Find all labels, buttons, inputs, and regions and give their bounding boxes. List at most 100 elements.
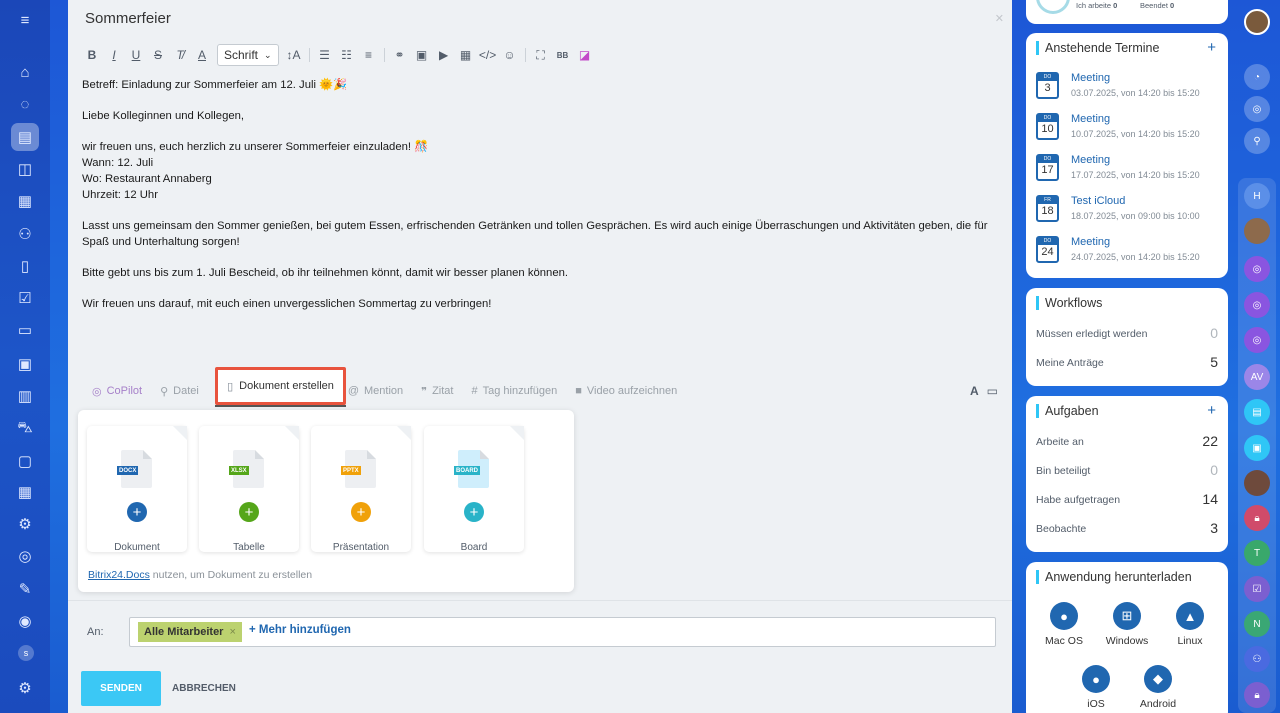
event-item[interactable]: DO 3 Meeting 03.07.2025, von 14:20 bis 15…: [1036, 72, 1221, 104]
analytics-icon[interactable]: ▥: [13, 384, 37, 408]
create-xlsx-card[interactable]: XLSX + Tabelle: [199, 426, 299, 553]
tab-datei[interactable]: ⚲ Datei: [151, 385, 208, 398]
copilot-chat-icon[interactable]: ◎: [1244, 292, 1270, 318]
numbered-list-icon[interactable]: ☰: [314, 44, 336, 66]
feed-icon[interactable]: ◌: [13, 92, 37, 116]
underline-button[interactable]: U: [125, 44, 147, 66]
add-task-icon[interactable]: +: [1207, 402, 1216, 419]
video-icon[interactable]: ▶: [433, 44, 455, 66]
task-row[interactable]: Beobachte 3: [1036, 520, 1218, 536]
chat-avatar-photo[interactable]: [1244, 218, 1270, 244]
clear-format-button[interactable]: T̸: [169, 44, 191, 66]
app-linux[interactable]: ▲ Linux: [1160, 602, 1220, 647]
app-macos[interactable]: ● Mac OS: [1034, 602, 1094, 647]
table-icon[interactable]: ▦: [455, 44, 477, 66]
panel-toggle-icon[interactable]: ▭: [987, 384, 998, 398]
event-item[interactable]: DO 17 Meeting 17.07.2025, von 14:20 bis 1…: [1036, 154, 1221, 186]
tasks-chat-icon[interactable]: ☑: [1244, 576, 1270, 602]
post-title[interactable]: Sommerfeier: [85, 10, 171, 27]
tab-video[interactable]: ■ Video aufzeichnen: [566, 385, 686, 397]
sites-icon[interactable]: ▣: [13, 352, 37, 376]
create-docx-card[interactable]: DOCX + Dokument: [87, 426, 187, 553]
bell-icon[interactable]: ◔: [1244, 64, 1270, 90]
italic-button[interactable]: I: [103, 44, 125, 66]
workflows-title[interactable]: Workflows: [1036, 296, 1102, 310]
support-chat-icon[interactable]: ▣: [1244, 435, 1270, 461]
code-icon[interactable]: </>: [477, 44, 499, 66]
termine-title[interactable]: Anstehende Termine: [1036, 41, 1159, 55]
text-color-button[interactable]: A: [191, 44, 213, 66]
shop-icon[interactable]: ⛍: [13, 416, 37, 440]
tab-zitat[interactable]: ❞ Zitat: [412, 385, 462, 398]
marketing-icon[interactable]: ◎: [13, 544, 37, 568]
event-item[interactable]: DO 10 Meeting 10.07.2025, von 14:20 bis 1…: [1036, 113, 1221, 145]
menu-icon[interactable]: ≡: [13, 8, 37, 32]
text-format-icon[interactable]: A: [970, 384, 979, 398]
lock-chat-icon[interactable]: 🔒︎: [1244, 505, 1270, 531]
refresh-icon[interactable]: ◎: [1244, 96, 1270, 122]
checklist-icon[interactable]: ☑: [13, 286, 37, 310]
signing-icon[interactable]: ✎: [13, 577, 37, 601]
remove-chip-icon[interactable]: ×: [229, 626, 235, 638]
chat-avatar-av[interactable]: AV: [1244, 364, 1270, 390]
documents-icon[interactable]: ▯: [13, 254, 37, 278]
font-size-button[interactable]: ↕A: [283, 44, 305, 66]
user-badge[interactable]: s: [18, 645, 34, 661]
app-android[interactable]: ◆ Android: [1128, 665, 1188, 710]
aufgaben-title[interactable]: Aufgaben: [1036, 404, 1099, 418]
emoji-icon[interactable]: ☺: [499, 44, 521, 66]
recipients-field[interactable]: Alle Mitarbeiter × + Mehr hinzufügen: [129, 617, 996, 647]
workflow-row[interactable]: Müssen erledigt werden 0: [1036, 325, 1218, 341]
event-item[interactable]: DO 24 Meeting 24.07.2025, von 14:20 bis 1…: [1036, 236, 1221, 268]
home-icon[interactable]: ⌂: [13, 60, 37, 84]
bold-button[interactable]: B: [81, 44, 103, 66]
bbcode-icon[interactable]: BB: [552, 44, 574, 66]
inventory-icon[interactable]: ▢: [13, 449, 37, 473]
calendar-icon[interactable]: ▦: [13, 189, 37, 213]
settings-icon[interactable]: ⚙: [13, 676, 37, 700]
create-pptx-card[interactable]: PPTX + Präsentation: [311, 426, 411, 553]
add-more-link[interactable]: + Mehr hinzufügen: [249, 624, 351, 636]
chat-avatar-photo[interactable]: [1244, 470, 1270, 496]
channel-chat-icon[interactable]: ▤: [1244, 399, 1270, 425]
app-ios[interactable]: ● iOS: [1066, 665, 1126, 710]
booking-icon[interactable]: ▦: [13, 480, 37, 504]
support-icon[interactable]: ◉: [13, 609, 37, 633]
tab-dokument-erstellen[interactable]: ▯ Dokument erstellen: [215, 367, 346, 407]
cancel-button[interactable]: ABBRECHEN: [172, 683, 236, 694]
group-chat-icon[interactable]: ⚇: [1244, 646, 1270, 672]
message-body[interactable]: Betreff: Einladung zur Sommerfeier am 12…: [82, 77, 1007, 327]
image-icon[interactable]: ▣: [411, 44, 433, 66]
tasks-icon[interactable]: ▤: [11, 123, 39, 151]
font-select[interactable]: Schrift ⌄: [217, 44, 279, 66]
bullet-list-icon[interactable]: ☷: [336, 44, 358, 66]
task-row[interactable]: Bin beteiligt 0: [1036, 462, 1218, 478]
recipient-chip[interactable]: Alle Mitarbeiter ×: [138, 622, 242, 642]
tab-tag[interactable]: # Tag hinzufügen: [462, 385, 566, 397]
strikethrough-button[interactable]: S: [147, 44, 169, 66]
chat-avatar-t[interactable]: T: [1244, 540, 1270, 566]
search-icon[interactable]: ⚲: [1244, 128, 1270, 154]
event-item[interactable]: FR 18 Test iCloud 18.07.2025, von 09:00 b…: [1036, 195, 1221, 227]
crm-icon[interactable]: ▭: [13, 318, 37, 342]
fullscreen-icon[interactable]: ⛶: [530, 44, 552, 66]
tab-mention[interactable]: @ Mention: [339, 385, 412, 397]
workflow-row[interactable]: Meine Anträge 5: [1036, 354, 1218, 370]
task-row[interactable]: Arbeite an 22: [1036, 433, 1218, 449]
copilot-chat-icon[interactable]: ◎: [1244, 327, 1270, 353]
app-windows[interactable]: ⊞ Windows: [1097, 602, 1157, 647]
user-avatar[interactable]: [1244, 9, 1270, 35]
chat-avatar-h[interactable]: H: [1244, 183, 1270, 209]
task-row[interactable]: Habe aufgetragen 14: [1036, 491, 1218, 507]
close-title-icon[interactable]: ✕: [995, 12, 1004, 25]
copilot-chat-icon[interactable]: ◎: [1244, 256, 1270, 282]
team-icon[interactable]: ⚇: [13, 222, 37, 246]
lock-chat-icon[interactable]: 🔒︎: [1244, 682, 1270, 708]
add-termin-icon[interactable]: +: [1207, 39, 1216, 56]
chat-icon[interactable]: ◫: [13, 157, 37, 181]
send-button[interactable]: SENDEN: [81, 671, 161, 706]
link-icon[interactable]: ⚭: [389, 44, 411, 66]
ai-image-icon[interactable]: ◪: [574, 44, 596, 66]
chat-avatar-n[interactable]: N: [1244, 611, 1270, 637]
align-icon[interactable]: ≡: [358, 44, 380, 66]
